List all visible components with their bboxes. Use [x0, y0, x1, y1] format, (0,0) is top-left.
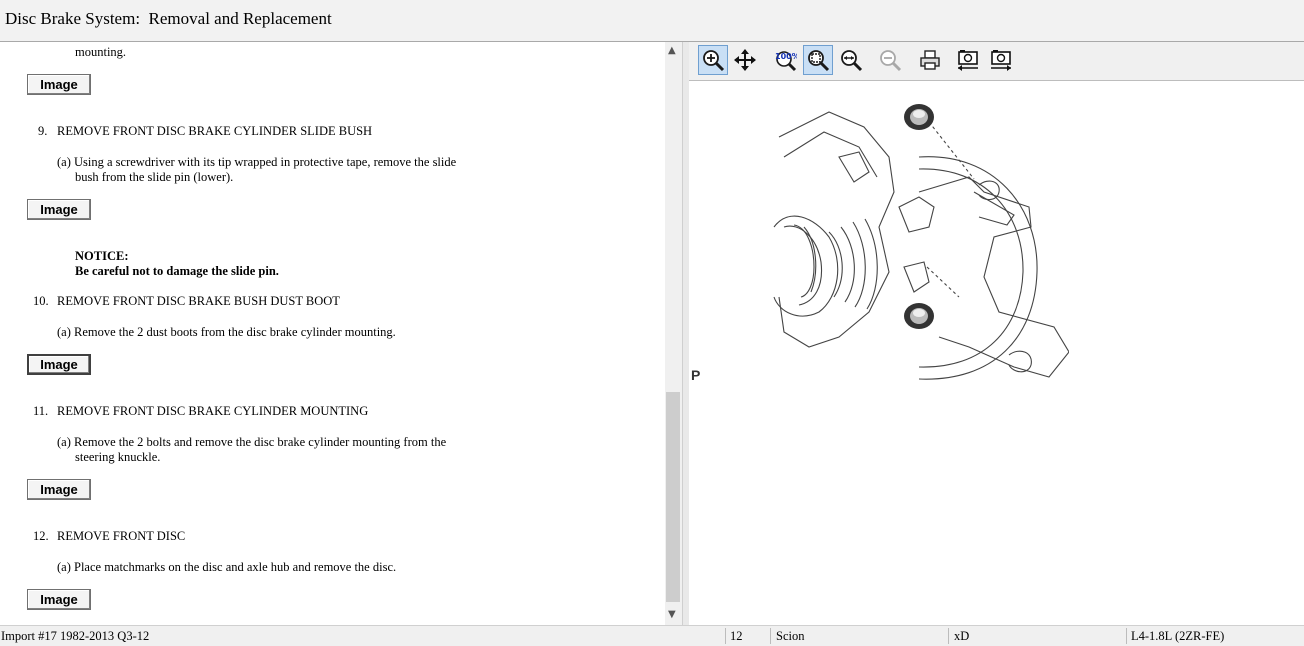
- step-heading: REMOVE FRONT DISC BRAKE CYLINDER SLIDE B…: [57, 124, 373, 138]
- vertical-scrollbar[interactable]: ▲ ▼: [665, 42, 682, 625]
- print-icon[interactable]: [915, 45, 945, 75]
- next-image-icon[interactable]: [986, 45, 1016, 75]
- step-number: 10.: [33, 294, 49, 308]
- image-button[interactable]: Image: [27, 589, 91, 610]
- instruction-text: (a) Remove the 2 bolts and remove the di…: [57, 435, 447, 449]
- zoom-in-icon[interactable]: [698, 45, 728, 75]
- zoom-window-icon[interactable]: [836, 45, 866, 75]
- step-number: 11.: [33, 404, 49, 418]
- scroll-up-arrow-icon[interactable]: ▲: [668, 45, 676, 56]
- step-number: 9.: [38, 124, 48, 138]
- notice-title: NOTICE:: [75, 249, 129, 263]
- zoom-fit-icon[interactable]: [803, 45, 833, 75]
- step-number: 12.: [33, 529, 49, 543]
- step-heading: REMOVE FRONT DISC: [57, 529, 186, 543]
- image-viewer-pane: 100%: [689, 42, 1304, 625]
- instruction-text: (a) Place matchmarks on the disc and axl…: [57, 560, 397, 574]
- figure-label: P: [691, 367, 701, 383]
- previous-image-icon[interactable]: [953, 45, 983, 75]
- notice-text: Be careful not to damage the slide pin.: [75, 264, 279, 278]
- zoom-100-icon[interactable]: 100%: [770, 45, 800, 75]
- step-heading: REMOVE FRONT DISC BRAKE CYLINDER MOUNTIN…: [57, 404, 369, 418]
- document-pane[interactable]: mounting. Image 9. REMOVE FRONT DISC BRA…: [0, 42, 665, 625]
- image-button[interactable]: Image: [27, 479, 91, 500]
- image-button[interactable]: Image: [27, 199, 91, 220]
- status-year: 12: [730, 629, 743, 643]
- status-make: Scion: [776, 629, 805, 643]
- status-engine: L4-1.8L (2ZR-FE): [1131, 629, 1225, 643]
- text-fragment: mounting.: [75, 45, 127, 59]
- brake-caliper-illustration: [773, 104, 1069, 380]
- step-heading: REMOVE FRONT DISC BRAKE BUSH DUST BOOT: [57, 294, 340, 308]
- instruction-text: (a) Using a screwdriver with its tip wra…: [57, 155, 457, 169]
- zoom-out-icon[interactable]: [875, 45, 905, 75]
- image-button[interactable]: Image: [27, 74, 91, 95]
- status-model: xD: [954, 629, 970, 643]
- window-title: Disc Brake System: Removal and Replaceme…: [5, 9, 332, 28]
- instruction-text: steering knuckle.: [75, 450, 161, 464]
- status-source: Import #17 1982-2013 Q3-12: [1, 629, 150, 643]
- svg-text:100%: 100%: [775, 52, 797, 61]
- title-bar: Disc Brake System: Removal and Replaceme…: [0, 0, 1304, 42]
- status-separator: [948, 628, 949, 644]
- status-bar: Import #17 1982-2013 Q3-12 12 Scion xD L…: [0, 625, 1304, 646]
- scrollbar-thumb[interactable]: [666, 392, 680, 602]
- instruction-text: bush from the slide pin (lower).: [75, 170, 234, 184]
- status-separator: [770, 628, 771, 644]
- image-button[interactable]: Image: [27, 354, 91, 375]
- pan-icon[interactable]: [730, 45, 760, 75]
- instruction-text: (a) Remove the 2 dust boots from the dis…: [57, 325, 396, 339]
- viewer-toolbar: 100%: [689, 42, 1304, 81]
- scroll-down-arrow-icon[interactable]: ▼: [668, 609, 676, 620]
